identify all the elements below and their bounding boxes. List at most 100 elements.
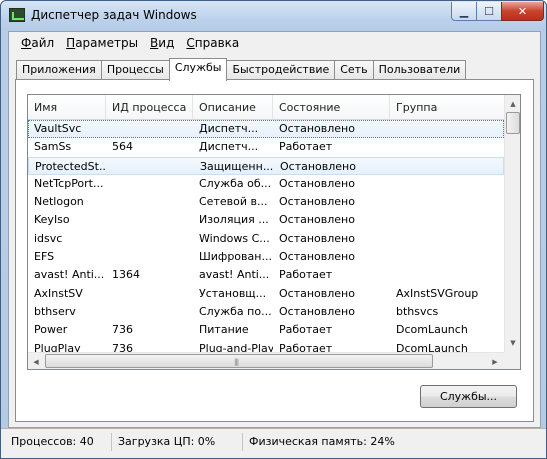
cell-name: Power [34,323,68,337]
tab-users[interactable]: Пользователи [372,60,467,80]
table-row[interactable]: NetTcpPort... Служба об... Остановлено [28,175,504,193]
column-header-description[interactable]: Описание [193,95,273,119]
status-cpu: Загрузка ЦП: 0% [115,433,243,451]
table-row[interactable]: SamSs 564 Диспетч... Работает [28,138,504,156]
vertical-scrollbar[interactable]: ▲ ▼ [504,95,520,352]
cell-status: Работает [279,323,333,337]
services-button[interactable]: Службы... [420,385,517,408]
minimize-button[interactable]: ▁ [451,2,477,21]
scroll-up-button[interactable]: ▲ [505,95,520,112]
cell-name: KeyIso [34,213,70,227]
menu-help[interactable]: Справка [180,36,245,50]
cell-description: avast! Anti... [199,268,270,282]
services-panel: Имя ИД процесса Описание Состояние Групп… [15,79,534,422]
cell-name: SamSs [34,140,72,154]
column-header-status[interactable]: Состояние [273,95,390,119]
cell-pid [106,193,193,211]
cell-name: bthserv [34,304,76,318]
menu-view-label: ид [158,36,175,50]
menu-view[interactable]: Вид [144,36,180,50]
grip-icon: ||| [234,358,239,366]
tab-processes[interactable]: Процессы [100,60,170,80]
cell-pid: 1364 [112,268,140,282]
scroll-left-button[interactable]: ◀ [28,353,44,369]
cell-status: Остановлено [279,286,355,300]
title-bar[interactable]: Диспетчер задач Windows ▁ ☐ ✕ [1,1,546,31]
cell-description: Служба об... [199,176,272,190]
table-row[interactable]: bthserv Служба по... Остановлено bthsvcs [28,303,504,321]
menu-file-accel: Ф [21,36,32,50]
cell-status: Остановлено [279,195,355,209]
cell-status: Остановлено [279,213,355,227]
cell-description: Диспетч... [199,122,259,135]
scroll-down-button[interactable]: ▼ [505,334,520,351]
window-title: Диспетчер задач Windows [31,8,197,22]
close-button[interactable]: ✕ [501,2,544,21]
cell-group [390,120,504,138]
tab-services[interactable]: Службы [168,58,228,81]
menu-file-label: айл [31,36,55,50]
cell-description: Изоляция ... [199,213,269,227]
cell-description: Сетевой в... [199,195,268,209]
scroll-up-icon: ▲ [510,99,516,108]
tab-applications[interactable]: Приложения [16,60,102,80]
cell-pid [106,285,193,303]
cell-pid: 564 [112,140,133,154]
status-bar: Процессов: 40 Загрузка ЦП: 0% Физическая… [1,428,546,458]
column-header-name[interactable]: Имя [28,95,106,119]
list-header: Имя ИД процесса Описание Состояние Групп… [28,95,504,120]
menu-help-label: правка [194,36,240,50]
cell-pid: 736 [112,323,133,337]
cell-group [390,266,504,284]
table-row[interactable]: avast! Anti... 1364 avast! Anti... Работает [28,266,504,284]
scroll-left-icon: ◀ [33,357,39,366]
cell-description: Шифрован... [199,250,272,264]
cell-name: AxInstSV [34,286,83,300]
horizontal-scroll-thumb[interactable]: ||| [45,354,433,368]
menu-options[interactable]: Параметры [60,36,144,50]
cell-status: Остановлено [279,122,355,135]
table-row[interactable]: KeyIso Изоляция ... Остановлено [28,211,504,229]
maximize-icon: ☐ [484,4,494,18]
menu-bar: Файл Параметры Вид Справка [9,32,540,54]
table-row[interactable]: VaultSvc Диспетч... Остановлено [28,120,504,139]
cell-status: Остановлено [279,250,355,264]
vertical-scroll-thumb[interactable] [506,112,520,134]
cell-pid [106,175,193,193]
table-row[interactable]: AxInstSV Установщ... Остановлено AxInstSVGr… [28,285,504,303]
scroll-right-button[interactable]: ▶ [487,353,503,369]
services-list[interactable]: Имя ИД процесса Описание Состояние Групп… [27,94,521,370]
scroll-right-icon: ▶ [492,357,498,366]
cell-group: AxInstSVGroup [396,286,479,300]
table-row[interactable]: ProtectedSt... Защищенн... Остановлено [28,156,505,176]
scrollbar-corner [504,352,520,369]
cell-group [391,158,505,176]
cell-name: VaultSvc [34,122,82,135]
cell-pid [106,303,193,321]
table-row[interactable]: Power 736 Питание Работает DcomLaunch [28,321,504,339]
maximize-button[interactable]: ☐ [476,2,502,21]
cell-name: Netlogon [34,195,84,209]
tab-performance[interactable]: Быстродействие [226,60,336,80]
table-row[interactable]: Netlogon Сетевой в... Остановлено [28,193,504,211]
cell-group [390,175,504,193]
table-row[interactable]: idsvc Windows C... Остановлено [28,230,504,248]
cell-pid [106,120,193,138]
minimize-icon: ▁ [459,4,469,18]
cell-description: Питание [199,323,249,337]
cell-status: Остановлено [279,231,355,245]
column-header-pid[interactable]: ИД процесса [106,95,193,119]
column-header-group[interactable]: Группа [390,95,504,119]
tab-network[interactable]: Сеть [334,60,374,80]
horizontal-scrollbar[interactable]: ◀ ||| ▶ [28,352,504,369]
sort-ascending-icon: ⌃ [454,94,462,102]
status-memory: Физическая память: 24% [249,435,395,448]
menu-file[interactable]: Файл [15,36,60,50]
cell-status: Остановлено [279,176,355,190]
scroll-down-icon: ▼ [510,338,516,347]
table-row[interactable]: EFS Шифрован... Остановлено [28,248,504,266]
cell-pid [106,211,193,229]
cell-description: Защищенн... [200,159,274,173]
cell-status: Остановлено [279,304,355,318]
cell-group: bthsvcs [396,304,439,318]
